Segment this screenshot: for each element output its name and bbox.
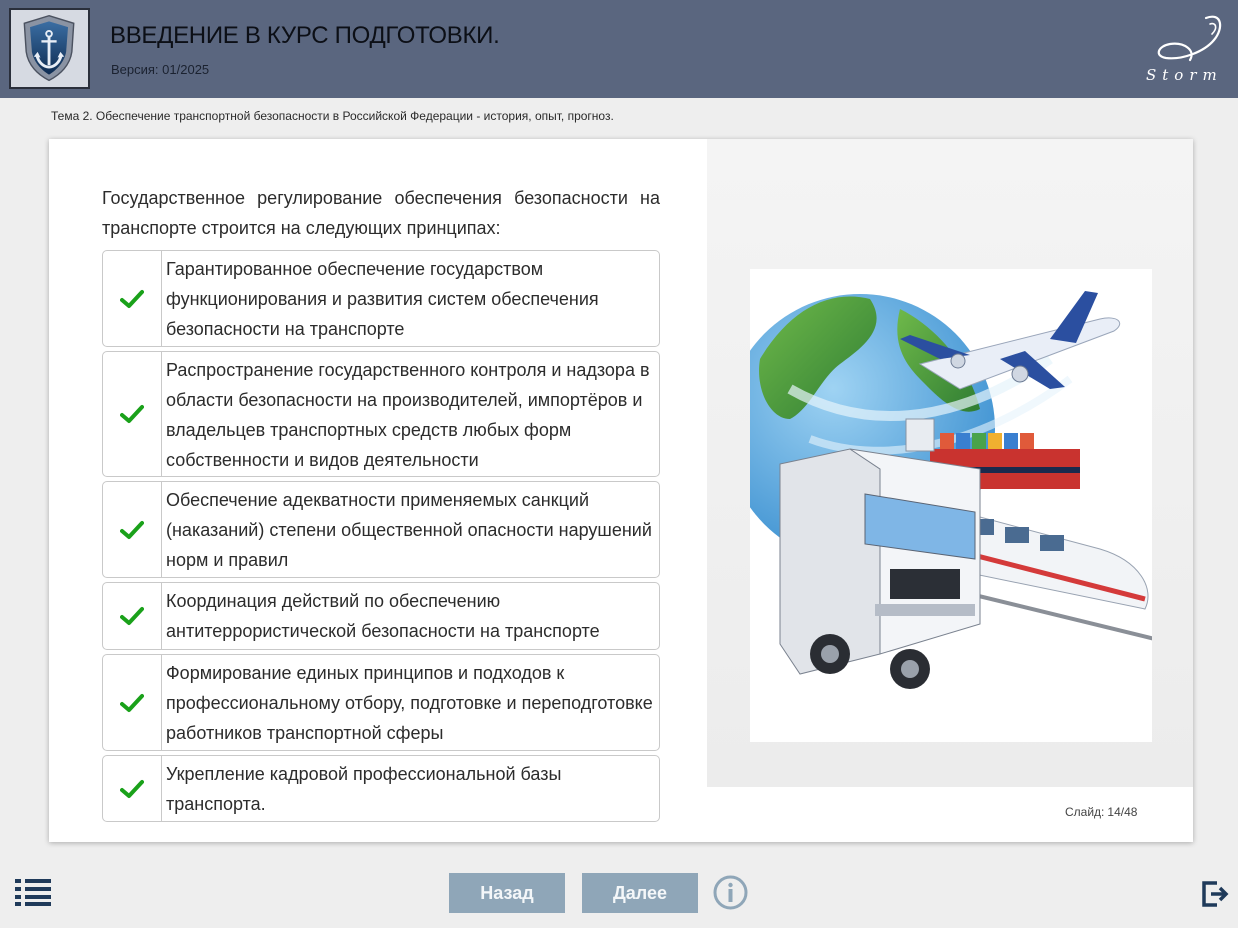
check-icon — [103, 655, 162, 750]
topic-title: Тема 2. Обеспечение транспортной безопас… — [51, 109, 614, 123]
principle-item: Укрепление кадровой профессиональной баз… — [102, 755, 660, 822]
slide-counter-label: Слайд: — [1065, 805, 1105, 819]
check-icon — [103, 352, 162, 476]
check-icon — [103, 251, 162, 346]
storm-logo: Storm — [1140, 10, 1232, 86]
principle-text: Обеспечение адекватности применяемых сан… — [166, 490, 652, 570]
storm-logo-text: Storm — [1146, 66, 1223, 84]
principle-item: Распространение государственного контрол… — [102, 351, 660, 477]
principle-item: Формирование единых принципов и подходов… — [102, 654, 660, 751]
principle-text: Гарантированное обеспечение государством… — [166, 259, 599, 339]
menu-list-icon[interactable] — [15, 878, 53, 906]
check-icon — [103, 583, 162, 649]
slide-content: Государственное регулирование обеспечени… — [49, 139, 1193, 842]
principle-item: Обеспечение адекватности применяемых сан… — [102, 481, 660, 578]
anchor-shield-icon — [11, 10, 88, 87]
principle-text: Укрепление кадровой профессиональной баз… — [166, 764, 562, 814]
slide-intro: Государственное регулирование обеспечени… — [102, 188, 660, 238]
slide-counter: Слайд: 14/48 — [1065, 805, 1140, 819]
principle-item: Гарантированное обеспечение государством… — [102, 250, 660, 347]
principle-text: Формирование единых принципов и подходов… — [166, 663, 653, 743]
principle-item: Координация действий по обеспечению анти… — [102, 582, 660, 650]
back-button[interactable]: Назад — [449, 873, 565, 913]
image-panel — [707, 139, 1193, 787]
course-version: Версия: 01/2025 — [111, 62, 210, 77]
principle-text: Распространение государственного контрол… — [166, 360, 650, 470]
exit-icon[interactable] — [1201, 880, 1229, 908]
course-header: ВВЕДЕНИЕ В КУРС ПОДГОТОВКИ. Версия: 01/2… — [0, 0, 1238, 98]
transport-globe-illustration — [750, 269, 1152, 742]
check-icon — [103, 756, 162, 821]
slide-counter-value: 14/48 — [1107, 805, 1138, 819]
check-icon — [103, 482, 162, 577]
info-icon[interactable] — [713, 875, 748, 910]
course-title: ВВЕДЕНИЕ В КУРС ПОДГОТОВКИ. — [110, 22, 500, 49]
course-logo — [9, 8, 90, 89]
next-button[interactable]: Далее — [582, 873, 698, 913]
principle-text: Координация действий по обеспечению анти… — [166, 591, 600, 641]
